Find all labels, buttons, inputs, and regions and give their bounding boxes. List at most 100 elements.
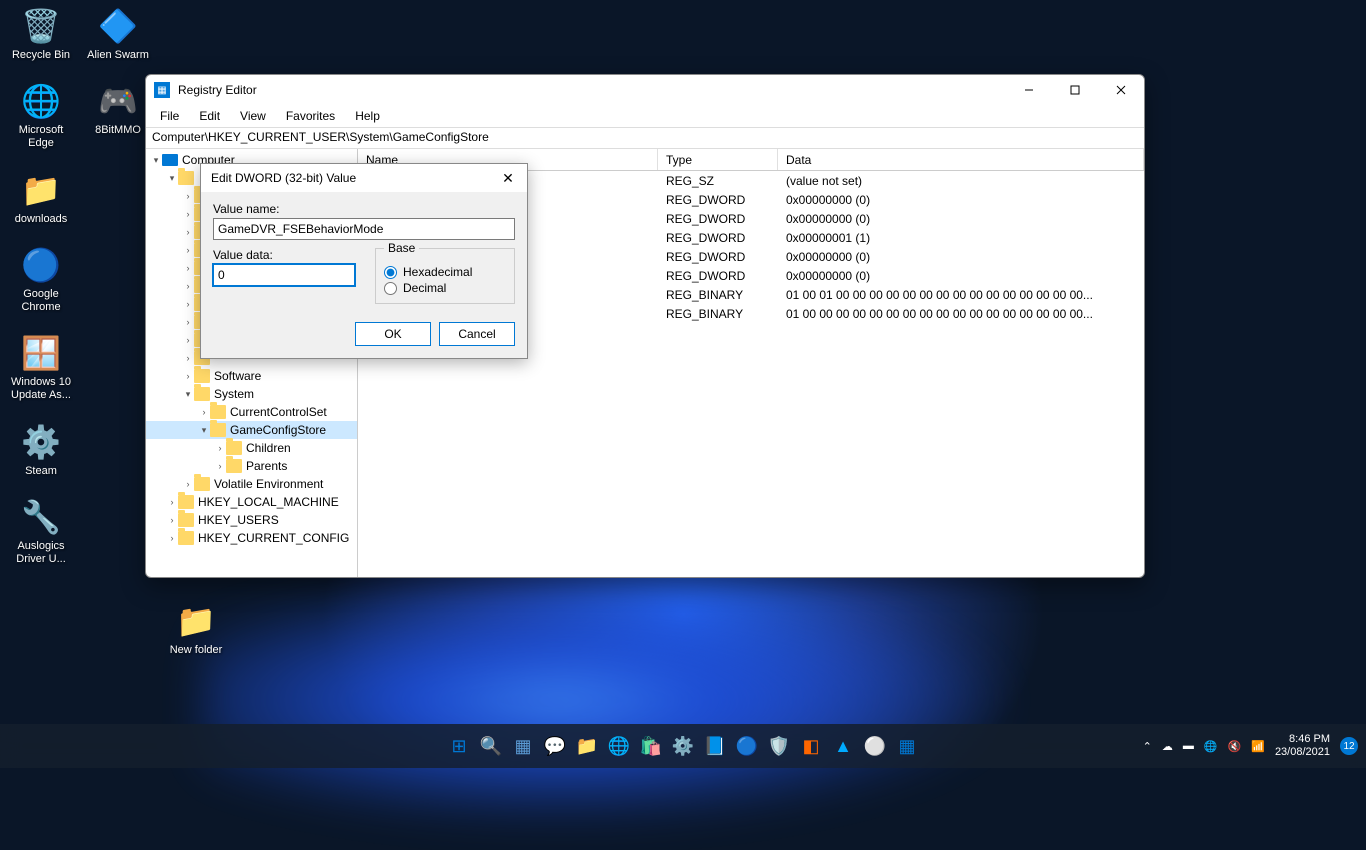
taskbar-steam-icon[interactable]: ⚪ <box>862 733 888 759</box>
dec-radio[interactable] <box>384 282 397 295</box>
recycle-bin-label: Recycle Bin <box>12 49 70 62</box>
dialog-close-button[interactable]: ✕ <box>493 166 523 190</box>
hex-radio[interactable] <box>384 266 397 279</box>
tree-item-hkeylocalmachine[interactable]: › HKEY_LOCAL_MACHINE <box>146 493 357 511</box>
taskbar-search-icon[interactable]: 🔍 <box>478 733 504 759</box>
taskbar-start-icon[interactable]: ⊞ <box>446 733 472 759</box>
tree-item-currentcontrolset[interactable]: ›CurrentControlSet <box>146 403 357 421</box>
cancel-button[interactable]: Cancel <box>439 322 515 346</box>
chevron-icon: › <box>182 353 194 363</box>
taskbar-store-icon[interactable]: 🛍️ <box>638 733 664 759</box>
hex-label: Hexadecimal <box>403 265 472 279</box>
edge-icon: 🌐 <box>20 80 62 122</box>
tree-label: HKEY_LOCAL_MACHINE <box>198 495 339 509</box>
ok-button[interactable]: OK <box>355 322 431 346</box>
desktop-8bitmmo[interactable]: 🎮8BitMMO <box>82 80 154 137</box>
tray-onedrive-icon[interactable]: ☁ <box>1162 740 1173 753</box>
alien-swarm-icon: 🔷 <box>97 5 139 47</box>
menu-help[interactable]: Help <box>347 107 388 125</box>
alien-swarm-label: Alien Swarm <box>87 49 149 62</box>
value-data: 0x00000000 (0) <box>778 250 1144 264</box>
tray-volume-icon[interactable]: 🔇 <box>1228 740 1242 753</box>
taskbar-chrome-icon[interactable]: 🔵 <box>734 733 760 759</box>
col-type-header[interactable]: Type <box>658 149 778 170</box>
taskbar-teams-icon[interactable]: 💬 <box>542 733 568 759</box>
tray-battery-icon[interactable]: ▬ <box>1183 740 1194 752</box>
desktop-auslogics[interactable]: 🔧Auslogics Driver U... <box>5 496 77 566</box>
taskbar-app2-icon[interactable]: ▲ <box>830 733 856 759</box>
chevron-icon: ▾ <box>182 389 194 400</box>
menu-favorites[interactable]: Favorites <box>278 107 343 125</box>
chevron-icon: ▾ <box>166 173 178 184</box>
chrome-label: Google Chrome <box>5 288 77 314</box>
taskbar-right: ⌃ ☁ ▬ 🌐 🔇 📶 8:46 PM 23/08/2021 12 <box>1143 733 1358 759</box>
desktop-recycle-bin[interactable]: 🗑️ Recycle Bin <box>5 5 77 62</box>
address-bar[interactable]: Computer\HKEY_CURRENT_USER\System\GameCo… <box>146 127 1144 149</box>
taskbar-time: 8:46 PM <box>1275 733 1330 746</box>
chevron-icon: › <box>166 515 178 525</box>
recycle-bin-icon: 🗑️ <box>20 5 62 47</box>
menu-view[interactable]: View <box>232 107 274 125</box>
tray-language-icon[interactable]: 🌐 <box>1204 740 1218 753</box>
value-type: REG_SZ <box>658 174 778 188</box>
desktop-alien-swarm[interactable]: 🔷 Alien Swarm <box>82 5 154 62</box>
menu-edit[interactable]: Edit <box>191 107 228 125</box>
tree-item-gameconfigstore[interactable]: ▾GameConfigStore <box>146 421 357 439</box>
dialog-titlebar[interactable]: Edit DWORD (32-bit) Value ✕ <box>201 164 527 192</box>
radio-hexadecimal[interactable]: Hexadecimal <box>384 265 506 279</box>
taskbar-clock[interactable]: 8:46 PM 23/08/2021 <box>1275 733 1330 759</box>
tree-item-software[interactable]: ›Software <box>146 367 357 385</box>
tray-network-icon[interactable]: 📶 <box>1251 740 1265 753</box>
desktop-edge[interactable]: 🌐Microsoft Edge <box>5 80 77 150</box>
value-name-input[interactable] <box>213 218 515 240</box>
taskbar-security-icon[interactable]: 🛡️ <box>766 733 792 759</box>
win10update-label: Windows 10 Update As... <box>5 376 77 402</box>
chevron-icon: › <box>166 497 178 507</box>
taskbar-date: 23/08/2021 <box>1275 746 1330 759</box>
folder-icon <box>210 423 226 437</box>
tree-item-children[interactable]: ›Children <box>146 439 357 457</box>
value-type: REG_DWORD <box>658 212 778 226</box>
taskbar-settings-icon[interactable]: ⚙️ <box>670 733 696 759</box>
value-data-label: Value data: <box>213 248 355 262</box>
desktop-chrome[interactable]: 🔵Google Chrome <box>5 244 77 314</box>
desktop-steam[interactable]: ⚙️Steam <box>5 421 77 478</box>
maximize-button[interactable] <box>1052 75 1098 105</box>
desktop-win10update[interactable]: 🪟Windows 10 Update As... <box>5 332 77 402</box>
minimize-button[interactable] <box>1006 75 1052 105</box>
taskbar-center: ⊞🔍▦💬📁🌐🛍️⚙️📘🔵🛡️◧▲⚪▦ <box>446 733 920 759</box>
tree-label: HKEY_CURRENT_CONFIG <box>198 531 349 545</box>
menu-file[interactable]: File <box>152 107 187 125</box>
tree-item-hkeycurrentconfig[interactable]: ›HKEY_CURRENT_CONFIG <box>146 529 357 547</box>
tree-item-parents[interactable]: ›Parents <box>146 457 357 475</box>
value-data: 01 00 01 00 00 00 00 00 00 00 00 00 00 0… <box>778 288 1144 302</box>
chevron-icon: › <box>182 281 194 291</box>
taskbar-taskview-icon[interactable]: ▦ <box>510 733 536 759</box>
menubar: FileEditViewFavoritesHelp <box>146 105 1144 127</box>
win10update-icon: 🪟 <box>20 332 62 374</box>
titlebar[interactable]: ▦ Registry Editor <box>146 75 1144 105</box>
taskbar-app1-icon[interactable]: ◧ <box>798 733 824 759</box>
tree-item-hkeyusers[interactable]: › HKEY_USERS <box>146 511 357 529</box>
taskbar-edge-icon[interactable]: 🌐 <box>606 733 632 759</box>
taskbar-regedit-task-icon[interactable]: ▦ <box>894 733 920 759</box>
taskbar-word-icon[interactable]: 📘 <box>702 733 728 759</box>
value-data: 0x00000000 (0) <box>778 269 1144 283</box>
taskbar-explorer-icon[interactable]: 📁 <box>574 733 600 759</box>
dec-label: Decimal <box>403 281 446 295</box>
radio-decimal[interactable]: Decimal <box>384 281 506 295</box>
col-data-header[interactable]: Data <box>778 149 1144 170</box>
tree-label: HKEY_USERS <box>198 513 279 527</box>
tree-item-system[interactable]: ▾System <box>146 385 357 403</box>
value-data-input[interactable] <box>213 264 355 286</box>
tree-item-volatileenvironment[interactable]: ›Volatile Environment <box>146 475 357 493</box>
dialog-body: Value name: Value data: Base Hexadecimal… <box>201 192 527 314</box>
chevron-icon: › <box>182 245 194 255</box>
tray-chevron-icon[interactable]: ⌃ <box>1143 740 1152 753</box>
desktop-downloads[interactable]: 📁downloads <box>5 169 77 226</box>
value-data: 0x00000001 (1) <box>778 231 1144 245</box>
close-button[interactable] <box>1098 75 1144 105</box>
notification-badge[interactable]: 12 <box>1340 737 1358 755</box>
value-type: REG_DWORD <box>658 193 778 207</box>
desktop-new-folder[interactable]: 📁 New folder <box>160 600 232 657</box>
